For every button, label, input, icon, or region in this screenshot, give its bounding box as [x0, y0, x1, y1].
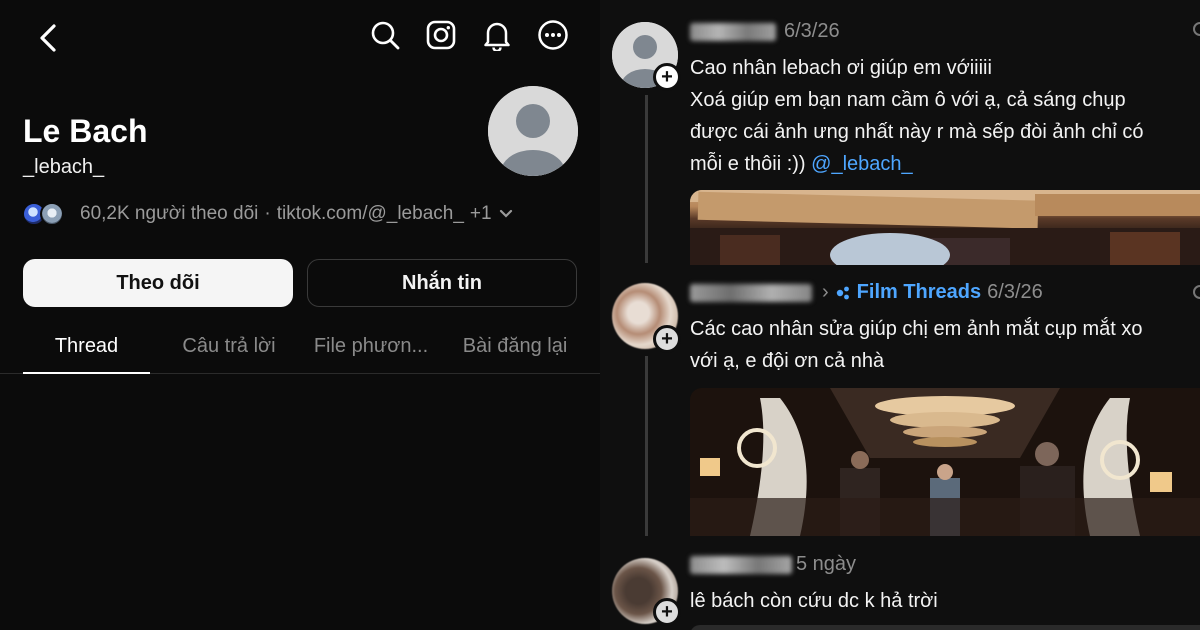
- post-more-button[interactable]: [1193, 22, 1200, 36]
- post-body: Cao nhân lebach ơi giúp em vớiiiii Xoá g…: [690, 52, 1200, 180]
- community-link[interactable]: Film Threads: [835, 281, 981, 304]
- arrow-icon: ›: [822, 281, 829, 303]
- tab-thread[interactable]: Thread: [23, 325, 150, 374]
- default-avatar-icon: [488, 86, 578, 176]
- post-body: lê bách còn cứu dc k hả trời: [690, 585, 1200, 617]
- search-button[interactable]: [368, 18, 402, 52]
- follow-plus-button[interactable]: +: [653, 598, 681, 626]
- thread-connector: [645, 356, 648, 536]
- followers-count[interactable]: 60,2K người theo dõi: [80, 203, 258, 225]
- profile-name: Le Bach: [23, 113, 148, 149]
- more-links[interactable]: +1: [470, 203, 492, 225]
- plus-icon: +: [661, 65, 673, 88]
- notifications-button[interactable]: [480, 18, 514, 52]
- profile-meta[interactable]: 60,2K người theo dõi · tiktok.com/@_leba…: [22, 200, 514, 228]
- post-date: 6/3/26: [987, 281, 1043, 303]
- post-body: Các cao nhân sửa giúp chị em ảnh mắt cụp…: [690, 313, 1200, 377]
- follow-plus-button[interactable]: +: [653, 325, 681, 353]
- post-date: 5 ngày: [796, 553, 857, 575]
- more-icon: [538, 20, 568, 50]
- meta-separator: ·: [264, 203, 271, 224]
- post-image[interactable]: [690, 625, 1200, 630]
- post-line: được cái ảnh ưng nhất này r mà sếp đòi ả…: [690, 121, 1144, 143]
- profile-tabs: Thread Câu trả lời File phươn... Bài đăn…: [0, 325, 600, 374]
- umbrella-photo-image: [690, 190, 1200, 265]
- post-header: › Film Threads 6/3/26: [690, 281, 1043, 304]
- profile-toolbar: [368, 18, 570, 52]
- post-author-blurred[interactable]: [690, 22, 776, 41]
- post-header: 6/3/26: [690, 20, 840, 43]
- follow-button[interactable]: Theo dõi: [23, 259, 293, 307]
- chevron-down-icon[interactable]: [498, 208, 514, 220]
- profile-avatar[interactable]: [488, 86, 578, 176]
- post-image[interactable]: [690, 388, 1200, 536]
- mention-link[interactable]: @_lebach_: [811, 153, 912, 175]
- profile-panel: Le Bach _lebach_ 60,2K người theo dõi · …: [0, 0, 600, 630]
- follower-avatar: [40, 202, 64, 226]
- post-line: mỗi e thôii :)): [690, 153, 806, 175]
- tab-reposts[interactable]: Bài đăng lại: [452, 325, 578, 373]
- plus-icon: +: [661, 600, 673, 623]
- instagram-icon: [426, 20, 456, 50]
- post-author-blurred[interactable]: [690, 555, 792, 574]
- post-header: 5 ngày: [690, 553, 856, 576]
- community-name: Film Threads: [856, 281, 982, 303]
- follower-avatars: [22, 200, 70, 228]
- search-icon: [371, 21, 400, 50]
- community-icon: [836, 286, 849, 299]
- follow-plus-button[interactable]: +: [653, 63, 681, 91]
- more-button[interactable]: [536, 18, 570, 52]
- message-button[interactable]: Nhắn tin: [307, 259, 577, 307]
- instagram-button[interactable]: [424, 18, 458, 52]
- tab-media[interactable]: File phươn...: [306, 325, 436, 373]
- train-interior-photo-image: [690, 388, 1200, 536]
- post-line: Xoá giúp em bạn nam cầm ô với ạ, cả sáng…: [690, 89, 1126, 111]
- profile-link[interactable]: tiktok.com/@_lebach_: [277, 203, 464, 225]
- post-line: Cao nhân lebach ơi giúp em vớiiiii: [690, 57, 992, 79]
- profile-handle: _lebach_: [23, 156, 105, 178]
- back-button[interactable]: [30, 20, 66, 56]
- bell-icon: [484, 22, 510, 51]
- post-date: 6/3/26: [784, 20, 840, 42]
- tab-replies[interactable]: Câu trả lời: [170, 325, 288, 373]
- back-icon: [40, 24, 56, 52]
- post-line: Các cao nhân sửa giúp chị em ảnh mắt cụp…: [690, 318, 1143, 340]
- post-image[interactable]: [690, 190, 1200, 265]
- post-author-blurred[interactable]: [690, 283, 812, 302]
- plus-icon: +: [661, 327, 673, 350]
- post-more-button[interactable]: [1193, 285, 1200, 299]
- post-line: với ạ, e đội ơn cả nhà: [690, 350, 885, 372]
- thread-connector: [645, 95, 648, 263]
- post-line: lê bách còn cứu dc k hả trời: [690, 590, 938, 612]
